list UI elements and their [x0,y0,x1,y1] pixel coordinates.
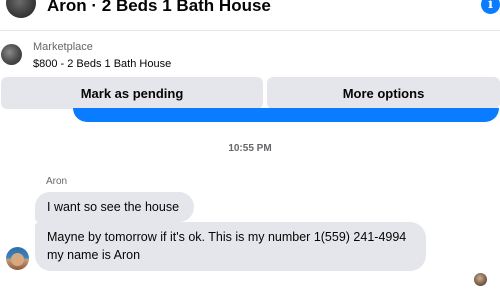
conversation-header: Aron · 2 Beds 1 Bath House i [0,0,500,31]
read-receipt-avatar [474,273,487,286]
avatar-face [11,253,24,266]
message-bubble[interactable]: Mayne by tomorrow if it's ok. This is my… [35,222,426,271]
sender-avatar[interactable] [6,247,29,270]
info-icon[interactable]: i [481,0,500,14]
mark-as-pending-button[interactable]: Mark as pending [1,77,263,109]
message-bubble[interactable]: I want so see the house [35,192,194,222]
contact-avatar[interactable] [6,0,36,18]
more-options-button[interactable]: More options [267,77,500,109]
conversation-title[interactable]: Aron · 2 Beds 1 Bath House [47,0,271,16]
message-timestamp: 10:55 PM [228,143,272,154]
sent-message-bubble-edge [73,108,499,122]
sender-name: Aron [46,176,68,187]
listing-thumbnail[interactable] [1,44,22,65]
listing-source-label: Marketplace [33,41,93,53]
listing-title[interactable]: $800 - 2 Beds 1 Bath House [33,58,171,70]
